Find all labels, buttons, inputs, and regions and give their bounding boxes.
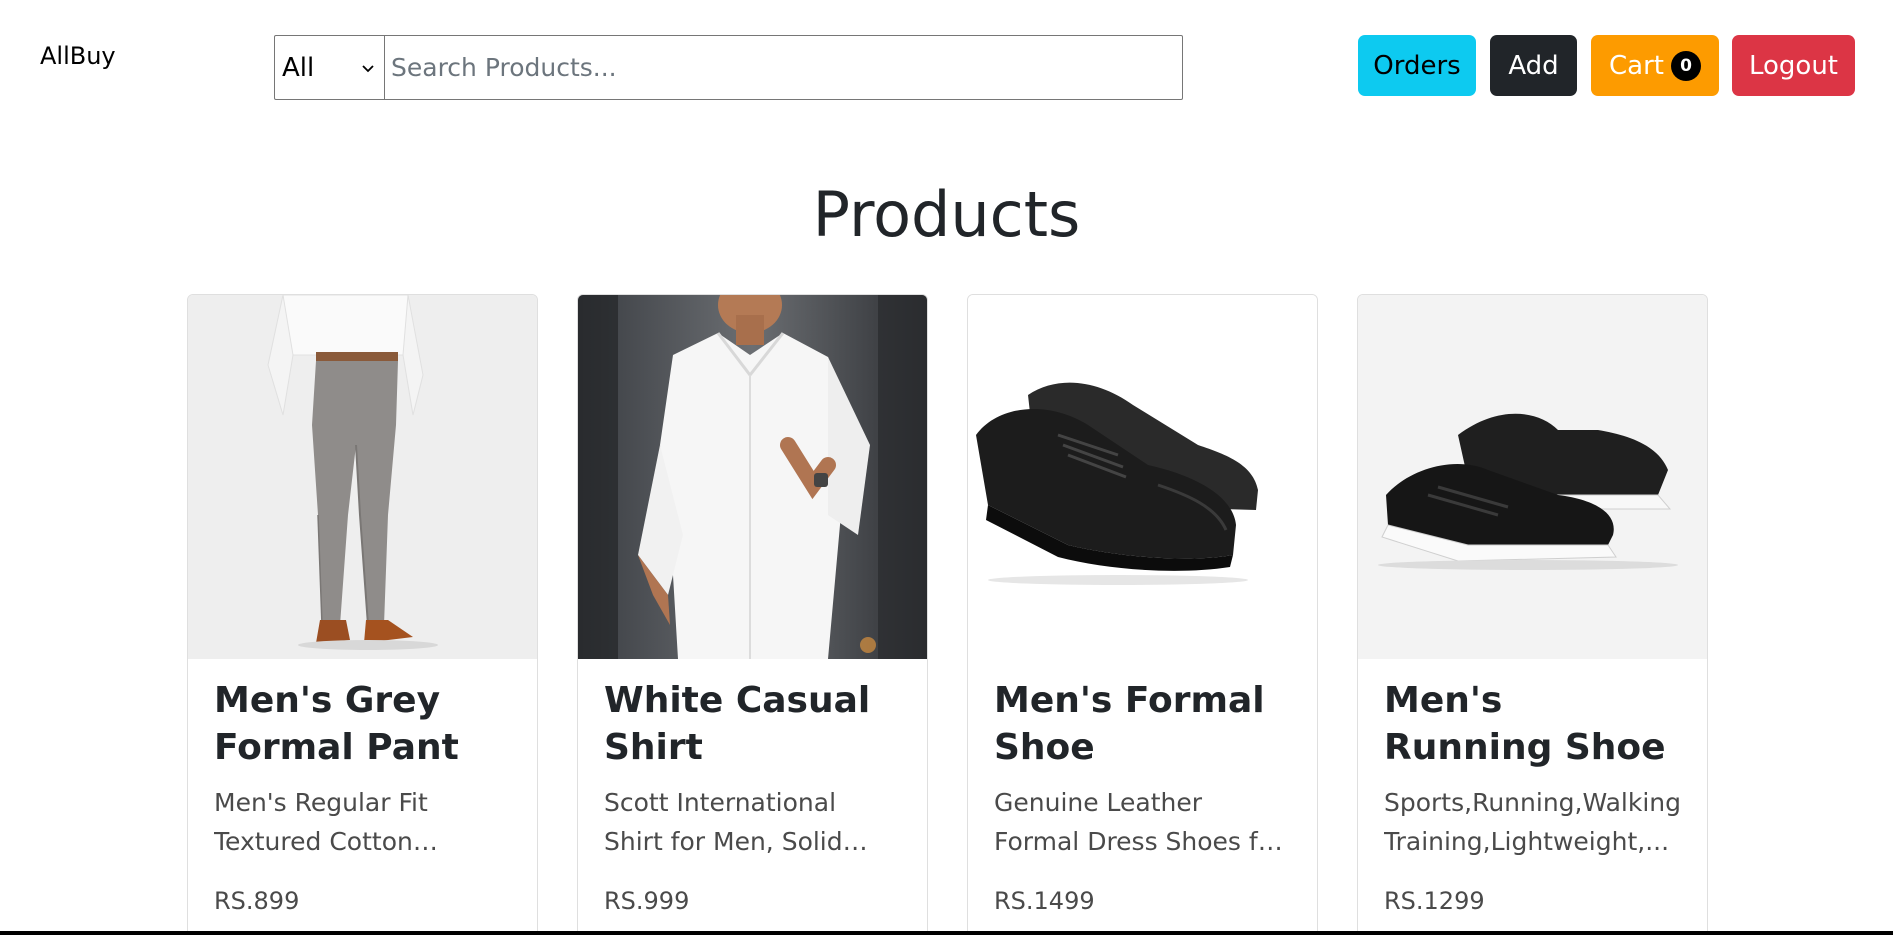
grey-pant-photo[interactable] <box>188 295 537 659</box>
cart-count-badge: 0 <box>1670 50 1701 81</box>
category-select[interactable]: All <box>274 35 385 100</box>
window-bottom-border <box>0 931 1893 935</box>
product-title[interactable]: White Casual Shirt <box>604 677 901 771</box>
product-description: Men's Regular Fit Textured Cotton Formal… <box>214 788 428 856</box>
product-description: Scott International Shirt for Men, Solid… <box>604 788 843 856</box>
product-description: Genuine Leather Formal Dress Shoes for M… <box>994 788 1284 856</box>
product-description: Sports,Running,Walking, Training,Lightwe… <box>1384 788 1681 856</box>
product-card[interactable]: White Casual Shirt Scott International S… <box>577 294 928 935</box>
orders-button[interactable]: Orders <box>1358 35 1476 96</box>
search-input[interactable] <box>385 35 1183 100</box>
card-body: Men's Formal Shoe Genuine Leather Formal… <box>968 659 1317 933</box>
brand-logo[interactable]: AllBuy <box>40 42 116 70</box>
card-body: Men's Running Shoe Sports,Running,Walkin… <box>1358 659 1707 933</box>
cart-label: Cart <box>1609 50 1664 81</box>
card-body: White Casual Shirt Scott International S… <box>578 659 927 933</box>
running-shoe-photo[interactable] <box>1358 295 1707 659</box>
white-shirt-photo[interactable] <box>578 295 927 659</box>
product-price: RS.999 <box>604 887 690 915</box>
cart-button[interactable]: Cart 0 <box>1591 35 1719 96</box>
product-title[interactable]: Men's Running Shoe <box>1384 677 1681 771</box>
product-price: RS.899 <box>214 887 300 915</box>
formal-shoe-photo[interactable] <box>968 295 1317 659</box>
card-body: Men's Grey Formal Pant Men's Regular Fit… <box>188 659 537 933</box>
chevron-down-icon <box>362 64 374 72</box>
product-title[interactable]: Men's Grey Formal Pant <box>214 677 511 771</box>
navbar: AllBuy All Orders Add Cart 0 Logout <box>0 0 1893 120</box>
product-card[interactable]: Men's Grey Formal Pant Men's Regular Fit… <box>187 294 538 935</box>
product-card[interactable]: Men's Formal Shoe Genuine Leather Formal… <box>967 294 1318 935</box>
product-card[interactable]: Men's Running Shoe Sports,Running,Walkin… <box>1357 294 1708 935</box>
search-bar: All <box>274 35 1183 100</box>
product-price: RS.1499 <box>994 887 1095 915</box>
page-title: Products <box>812 178 1081 251</box>
logout-button[interactable]: Logout <box>1732 35 1855 96</box>
add-button[interactable]: Add <box>1490 35 1577 96</box>
product-price: RS.1299 <box>1384 887 1485 915</box>
category-selected-value: All <box>282 52 315 83</box>
product-title[interactable]: Men's Formal Shoe <box>994 677 1291 771</box>
